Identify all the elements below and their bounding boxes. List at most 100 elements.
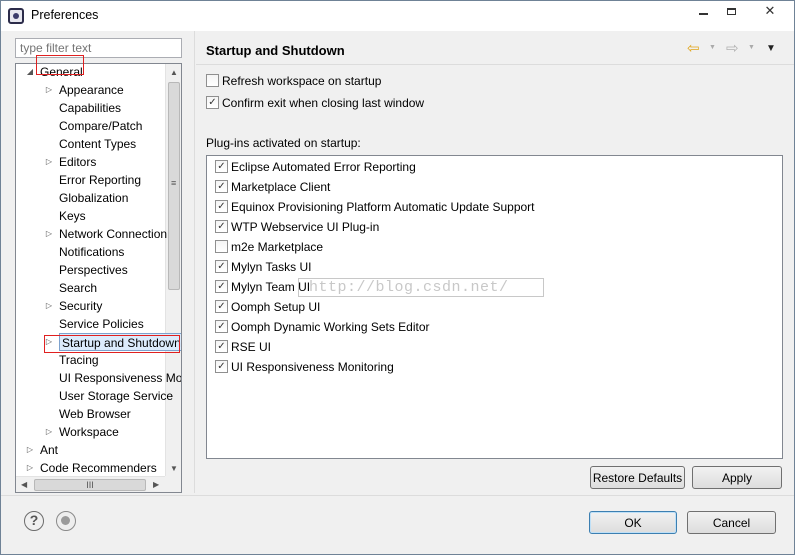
tree-expanded-icon[interactable]: ◢ (25, 64, 35, 81)
tree-item[interactable]: Globalization (59, 189, 128, 207)
tree-horizontal-scrollbar[interactable]: ◀ III ▶ (16, 476, 166, 492)
tree-item-label: Globalization (59, 191, 129, 205)
tree-item[interactable]: Compare/Patch (59, 117, 142, 135)
tree-item[interactable]: Search (59, 279, 97, 297)
checkbox[interactable]: ✓ (215, 180, 228, 193)
checkbox-label: Oomph Setup UI (231, 300, 321, 314)
tree-horizontal-scroll-thumb[interactable]: III (34, 479, 146, 491)
tree-item[interactable]: UI Responsiveness Monitoring (59, 369, 182, 387)
checkbox[interactable]: ✓ (215, 260, 228, 273)
checkbox[interactable]: ✓ (215, 300, 228, 313)
view-menu-icon[interactable]: ▼ (766, 43, 776, 54)
help-icon[interactable]: ? (24, 511, 44, 531)
highlight-box-startup (44, 335, 180, 353)
minimize-button[interactable] (690, 1, 716, 21)
checkbox-label: Mylyn Tasks UI (231, 260, 312, 274)
checkbox-label: Marketplace Client (231, 180, 331, 194)
tree-item[interactable]: Service Policies (59, 315, 144, 333)
checkbox[interactable]: ✓ (215, 360, 228, 373)
preference-tree[interactable]: ▲ ≡ ▼ ◀ III ▶ ◢ General ▷ Appearance Capabil… (15, 63, 182, 493)
tree-item-label: Content Types (59, 137, 137, 151)
minimize-icon (698, 13, 708, 15)
tree-item-label: Network Connection (59, 227, 168, 241)
tree-item[interactable]: Security (59, 297, 102, 315)
scroll-right-icon[interactable]: ▶ (153, 480, 159, 489)
tree-item[interactable]: Network Connection (59, 225, 167, 243)
watermark: http://blog.csdn.net/ (298, 278, 544, 297)
close-button[interactable]: ✕ (753, 1, 787, 21)
tree-item[interactable]: Capabilities (59, 99, 121, 117)
checkbox[interactable]: ✓ (215, 220, 228, 233)
tree-item-label: Search (59, 281, 98, 295)
tree-item-label: Ant (40, 443, 59, 457)
tree-item-label: UI Responsiveness Monitoring (59, 371, 182, 385)
maximize-icon (726, 7, 736, 15)
tree-collapsed-icon[interactable]: ▷ (25, 441, 35, 459)
tree-collapsed-icon[interactable]: ▷ (44, 81, 54, 99)
tree-item[interactable]: Ant (40, 441, 58, 459)
checkbox[interactable] (215, 240, 228, 253)
scroll-left-icon[interactable]: ◀ (21, 480, 27, 489)
tree-item-label: Appearance (59, 83, 124, 97)
tree-item[interactable]: Keys (59, 207, 86, 225)
tree-collapsed-icon[interactable]: ▷ (25, 459, 35, 477)
tree-item-label: Compare/Patch (59, 119, 143, 133)
checkbox[interactable]: ✓ (206, 96, 219, 109)
scroll-up-icon[interactable]: ▲ (170, 68, 178, 77)
checkbox-label: Eclipse Automated Error Reporting (231, 160, 416, 174)
tree-item-label: Web Browser (59, 407, 131, 421)
checkbox[interactable] (206, 74, 219, 87)
back-dropdown-icon[interactable]: ▼ (709, 44, 716, 51)
back-arrow-icon[interactable]: ⇦ (687, 39, 700, 57)
tree-item[interactable]: Tracing (59, 351, 99, 369)
checkbox-label: Oomph Dynamic Working Sets Editor (231, 320, 430, 334)
tree-vertical-scrollbar[interactable]: ▲ ≡ ▼ (165, 64, 181, 477)
tree-item[interactable]: Code Recommenders (40, 459, 157, 477)
ok-button[interactable]: OK (589, 511, 677, 534)
tree-item-label: Security (59, 299, 103, 313)
tree-item[interactable]: Editors (59, 153, 96, 171)
tree-item-label: User Storage Service (59, 389, 174, 403)
tree-item[interactable]: Error Reporting (59, 171, 141, 189)
apply-button[interactable]: Apply (692, 466, 782, 489)
tree-item[interactable]: User Storage Service (59, 387, 173, 405)
eclipse-app-icon (8, 8, 24, 24)
checkbox[interactable]: ✓ (215, 160, 228, 173)
maximize-button[interactable] (718, 1, 744, 21)
tree-item[interactable]: Workspace (59, 423, 119, 441)
checkbox-label: Equinox Provisioning Platform Automatic … (231, 200, 535, 214)
tree-item[interactable]: Content Types (59, 135, 136, 153)
tree-item[interactable]: Notifications (59, 243, 124, 261)
restore-defaults-button[interactable]: Restore Defaults (590, 466, 685, 489)
record-macro-icon[interactable] (56, 511, 76, 531)
scroll-grip-icon: ≡ (171, 178, 177, 188)
scroll-down-icon[interactable]: ▼ (170, 464, 178, 473)
checkbox[interactable]: ✓ (215, 320, 228, 333)
checkbox[interactable]: ✓ (215, 340, 228, 353)
checkbox-label: UI Responsiveness Monitoring (231, 360, 394, 374)
forward-dropdown-icon[interactable]: ▼ (748, 44, 755, 51)
sash-divider[interactable] (194, 31, 195, 493)
checkbox[interactable]: ✓ (215, 280, 228, 293)
tree-item[interactable]: Perspectives (59, 261, 128, 279)
tree-item[interactable]: Appearance (59, 81, 124, 99)
tree-collapsed-icon[interactable]: ▷ (44, 297, 54, 315)
close-icon: ✕ (764, 3, 776, 18)
tree-item-label: Capabilities (59, 101, 122, 115)
tree-item-label: Editors (59, 155, 97, 169)
tree-collapsed-icon[interactable]: ▷ (44, 225, 54, 243)
page-title: Startup and Shutdown (206, 43, 345, 58)
tree-collapsed-icon[interactable]: ▷ (44, 153, 54, 171)
header-separator (196, 64, 794, 65)
cancel-button[interactable]: Cancel (687, 511, 776, 534)
tree-vertical-scroll-thumb[interactable]: ≡ (168, 82, 180, 290)
checkbox[interactable]: ✓ (215, 200, 228, 213)
forward-arrow-icon[interactable]: ⇨ (726, 39, 739, 57)
checkbox-label: WTP Webservice UI Plug-in (231, 220, 380, 234)
tree-item-label: Code Recommenders (40, 461, 157, 475)
scroll-grip-icon: III (86, 480, 94, 490)
tree-item-label: Tracing (59, 353, 99, 367)
footer-separator (1, 495, 794, 496)
tree-item[interactable]: Web Browser (59, 405, 131, 423)
tree-collapsed-icon[interactable]: ▷ (44, 423, 54, 441)
